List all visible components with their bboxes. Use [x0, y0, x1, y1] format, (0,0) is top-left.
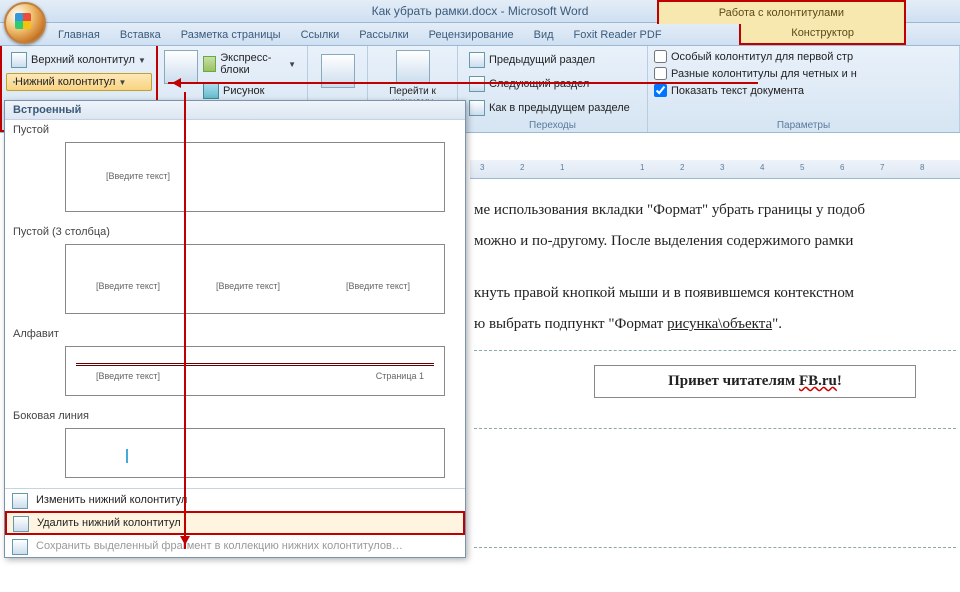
divider	[76, 365, 434, 366]
quickparts-button[interactable]: Экспресс-блоки▼	[198, 49, 301, 79]
group-options: Особый колонтитул для первой стр Разные …	[648, 46, 960, 132]
placeholder-text: [Введите текст]	[106, 171, 170, 181]
doc-line: ме использования вкладки "Формат" убрать…	[474, 199, 956, 222]
divider	[76, 363, 434, 364]
opts-group-label: Параметры	[648, 120, 959, 131]
footer-separator	[474, 428, 956, 429]
chevron-down-icon: ▼	[138, 56, 146, 65]
header-icon	[11, 52, 27, 68]
footer-link: FB.ru	[799, 373, 837, 389]
contextual-tab-header: Работа с колонтитулами	[657, 0, 906, 24]
document-area: 3 2 1 1 2 3 4 5 6 7 8 ме использования в…	[470, 160, 960, 592]
first-page-checkbox[interactable]: Особый колонтитул для первой стр	[654, 48, 953, 65]
next-section-button[interactable]: Следующий раздел	[464, 73, 641, 95]
first-page-label: Особый колонтитул для первой стр	[671, 51, 853, 63]
chevron-down-icon: ▼	[118, 78, 126, 87]
remove-footer-label: Удалить нижний колонтитул	[37, 517, 181, 529]
odd-even-label: Разные колонтитулы для четных и н	[671, 68, 857, 80]
group-navigation: Предыдущий раздел Следующий раздел Как в…	[458, 46, 648, 132]
link-previous-button[interactable]: Как в предыдущем разделе	[464, 97, 641, 119]
footer-content-box[interactable]: Привет читателям FB.ru!	[594, 365, 916, 398]
doc-line: кнуть правой кнопкой мыши и в появившемс…	[474, 282, 956, 305]
edit-footer-item[interactable]: Изменить нижний колонтитул	[5, 489, 465, 511]
edit-footer-label: Изменить нижний колонтитул	[36, 494, 187, 506]
prev-label: Предыдущий раздел	[489, 54, 595, 66]
link-icon	[469, 100, 485, 116]
save-icon	[12, 539, 28, 555]
tab-view[interactable]: Вид	[524, 26, 564, 45]
horizontal-ruler[interactable]: 3 2 1 1 2 3 4 5 6 7 8	[470, 160, 960, 179]
tab-layout[interactable]: Разметка страницы	[171, 26, 291, 45]
footer-button[interactable]: Нижний колонтитул▼	[6, 73, 152, 91]
gallery-preview-3col[interactable]: [Введите текст] [Введите текст] [Введите…	[65, 244, 445, 314]
footer-separator	[474, 547, 956, 548]
gallery-preview-alphabet[interactable]: [Введите текст] Страница 1	[65, 346, 445, 396]
gallery-section-blank: Пустой	[5, 120, 465, 138]
tab-review[interactable]: Рецензирование	[419, 26, 524, 45]
placeholder-text: [Введите текст]	[346, 281, 410, 291]
sideline-cursor	[126, 449, 135, 463]
link-label: Как в предыдущем разделе	[489, 102, 630, 114]
tab-foxit[interactable]: Foxit Reader PDF	[564, 26, 672, 45]
tab-home[interactable]: Главная	[48, 26, 110, 45]
picture-label: Рисунок	[223, 85, 265, 97]
save-selection-item: Сохранить выделенный фрагмент в коллекци…	[5, 535, 465, 557]
placeholder-text: [Введите текст]	[96, 281, 160, 291]
footer-gallery-dropdown: Встроенный Пустой [Введите текст] Пустой…	[4, 100, 466, 558]
annotation-arrow	[168, 82, 758, 84]
document-body[interactable]: ме использования вкладки "Формат" убрать…	[470, 179, 960, 548]
tab-mailings[interactable]: Рассылки	[349, 26, 418, 45]
gallery-section-3col: Пустой (3 столбца)	[5, 222, 465, 240]
placeholder-text: [Введите текст]	[96, 371, 160, 381]
footer-text: Привет читателям	[668, 373, 799, 389]
footer-text: !	[837, 373, 842, 389]
doc-line: можно и по-другому. После выделения соде…	[474, 230, 956, 253]
gallery-header-builtin: Встроенный	[5, 101, 465, 120]
date-time-button[interactable]	[164, 48, 198, 103]
placeholder-text: [Введите текст]	[216, 281, 280, 291]
gallery-section-alphabet: Алфавит	[5, 324, 465, 342]
annotation-arrow	[184, 92, 186, 549]
tab-design[interactable]: Конструктор	[739, 24, 906, 45]
odd-even-checkbox[interactable]: Разные колонтитулы для четных и н	[654, 65, 953, 82]
footer-label: Нижний колонтитул	[15, 76, 115, 88]
doc-line: ю выбрать подпункт "Формат рисунка\объек…	[474, 313, 956, 336]
gallery-footer: Изменить нижний колонтитул Удалить нижни…	[5, 488, 465, 557]
tab-insert[interactable]: Вставка	[110, 26, 171, 45]
prev-icon	[469, 52, 485, 68]
gallery-preview-blank[interactable]: [Введите текст]	[65, 142, 445, 212]
gallery-preview-sideline[interactable]	[65, 428, 445, 478]
header-button[interactable]: Верхний колонтитул▼	[6, 49, 152, 71]
nav-group-label: Переходы	[458, 120, 647, 131]
goto-footer-icon[interactable]	[396, 50, 430, 84]
next-label: Следующий раздел	[489, 78, 589, 90]
remove-footer-item[interactable]: Удалить нижний колонтитул	[5, 511, 465, 535]
tab-references[interactable]: Ссылки	[291, 26, 350, 45]
quickparts-icon	[203, 56, 216, 72]
office-button[interactable]	[4, 2, 46, 44]
page-number-text: Страница 1	[376, 371, 424, 381]
next-icon	[469, 76, 485, 92]
ribbon-tabs: Главная Вставка Разметка страницы Ссылки…	[0, 23, 960, 46]
chevron-down-icon: ▼	[288, 60, 296, 69]
quickparts-label: Экспресс-блоки	[220, 52, 285, 76]
header-label: Верхний колонтитул	[31, 54, 135, 66]
remove-icon	[13, 516, 29, 532]
save-selection-label: Сохранить выделенный фрагмент в коллекци…	[36, 540, 403, 552]
footer-separator	[474, 350, 956, 351]
picture-icon	[203, 83, 219, 99]
show-doc-label: Показать текст документа	[671, 85, 804, 97]
edit-icon	[12, 493, 28, 509]
prev-section-button[interactable]: Предыдущий раздел	[464, 49, 641, 71]
show-doc-checkbox[interactable]: Показать текст документа	[654, 82, 953, 99]
gallery-section-sideline: Боковая линия	[5, 406, 465, 424]
title-bar: Как убрать рамки.docx - Microsoft Word Р…	[0, 0, 960, 23]
